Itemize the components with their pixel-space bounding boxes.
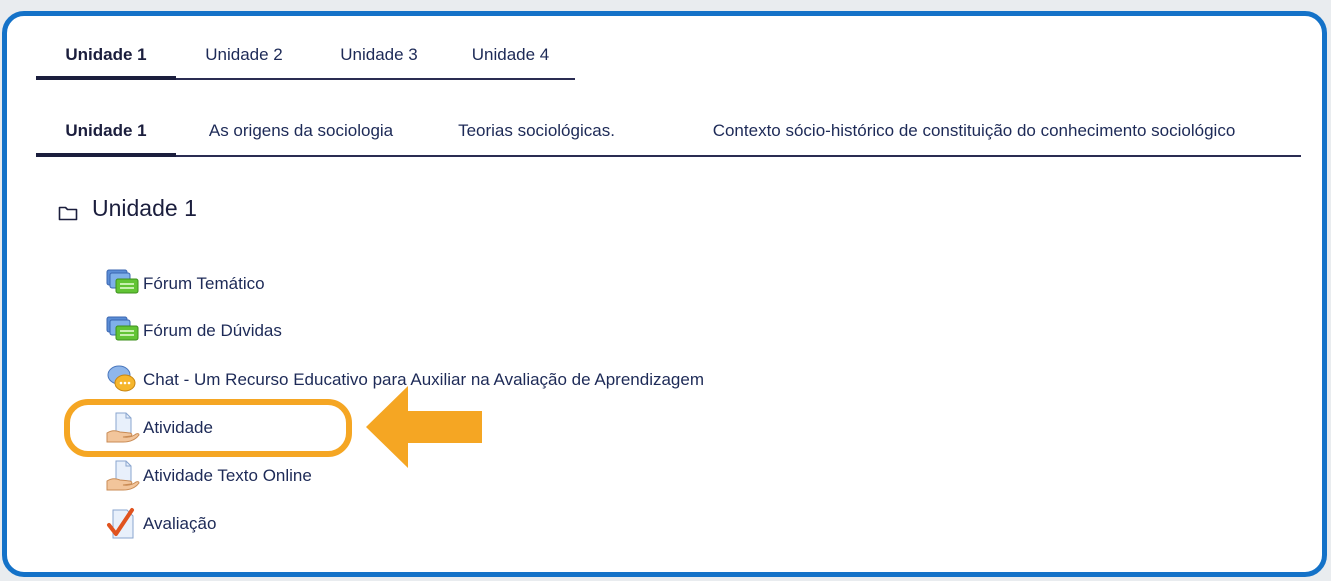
tab-topic-unidade-1[interactable]: Unidade 1: [36, 107, 176, 157]
quiz-icon: [105, 507, 143, 541]
activity-avaliacao[interactable]: Avaliação: [105, 507, 216, 541]
chat-icon: [105, 363, 143, 397]
tab-topic-teorias[interactable]: Teorias sociológicas.: [426, 107, 647, 155]
activity-label: Fórum de Dúvidas: [143, 321, 282, 340]
section-title: Unidade 1: [58, 190, 197, 226]
activity-label: Fórum Temático: [143, 274, 265, 293]
folder-icon: [58, 200, 78, 221]
tab-topic-contexto[interactable]: Contexto sócio-histórico de constituição…: [647, 107, 1301, 155]
tab-unidade-4[interactable]: Unidade 4: [446, 32, 575, 78]
highlight-outline: [64, 399, 352, 457]
assignment-icon: [105, 459, 143, 493]
tab-unidade-1[interactable]: Unidade 1: [36, 32, 176, 80]
tab-unidade-3[interactable]: Unidade 3: [312, 32, 446, 78]
activity-forum-duvidas[interactable]: Fórum de Dúvidas: [105, 314, 282, 348]
unit-tabs: Unidade 1 Unidade 2 Unidade 3 Unidade 4: [36, 32, 575, 80]
tab-topic-origens[interactable]: As origens da sociologia: [176, 107, 426, 155]
activity-label: Avaliação: [143, 514, 217, 533]
activity-atividade-texto-online[interactable]: Atividade Texto Online: [105, 459, 312, 493]
topic-tabs: Unidade 1 As origens da sociologia Teori…: [36, 107, 1301, 157]
arrow-left-icon: [366, 386, 482, 468]
activity-label: Atividade Texto Online: [143, 466, 312, 485]
tab-unidade-2[interactable]: Unidade 2: [176, 32, 312, 78]
forum-icon: [105, 267, 143, 301]
section-title-text: Unidade 1: [92, 194, 197, 221]
activity-forum-tematico[interactable]: Fórum Temático: [105, 267, 265, 301]
forum-icon: [105, 314, 143, 348]
